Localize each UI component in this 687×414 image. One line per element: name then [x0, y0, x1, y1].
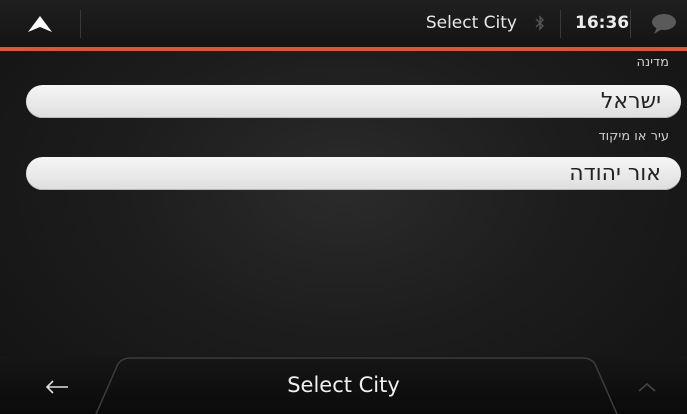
country-value: ישראל: [600, 89, 661, 114]
select-city-screen: Select City 16:36 מדינה ישראל עיר או מיק…: [0, 0, 687, 414]
status-bar-accent-line: [0, 47, 687, 51]
menu-button[interactable]: [0, 0, 80, 47]
bottom-bar-title: Select City: [287, 373, 400, 397]
divider: [630, 10, 631, 38]
divider: [560, 10, 561, 38]
chevron-up-icon: [638, 382, 656, 392]
status-bar-title: Select City: [425, 13, 517, 33]
messages-button[interactable]: [641, 0, 687, 47]
city-value: אור יהודה: [569, 161, 661, 186]
city-field[interactable]: אור יהודה: [26, 157, 681, 190]
country-field[interactable]: ישראל: [26, 85, 681, 118]
divider: [80, 10, 81, 38]
country-label: מדינה: [636, 55, 669, 70]
menu-arrow-up-icon: [28, 15, 52, 32]
city-label: עיר או מיקוד: [598, 129, 669, 144]
speech-bubble-icon: [652, 13, 676, 34]
clock: 16:36: [575, 13, 630, 33]
bluetooth-icon: [534, 15, 546, 31]
scroll-up-button[interactable]: [617, 365, 677, 409]
top-status-bar: Select City 16:36: [0, 0, 687, 47]
